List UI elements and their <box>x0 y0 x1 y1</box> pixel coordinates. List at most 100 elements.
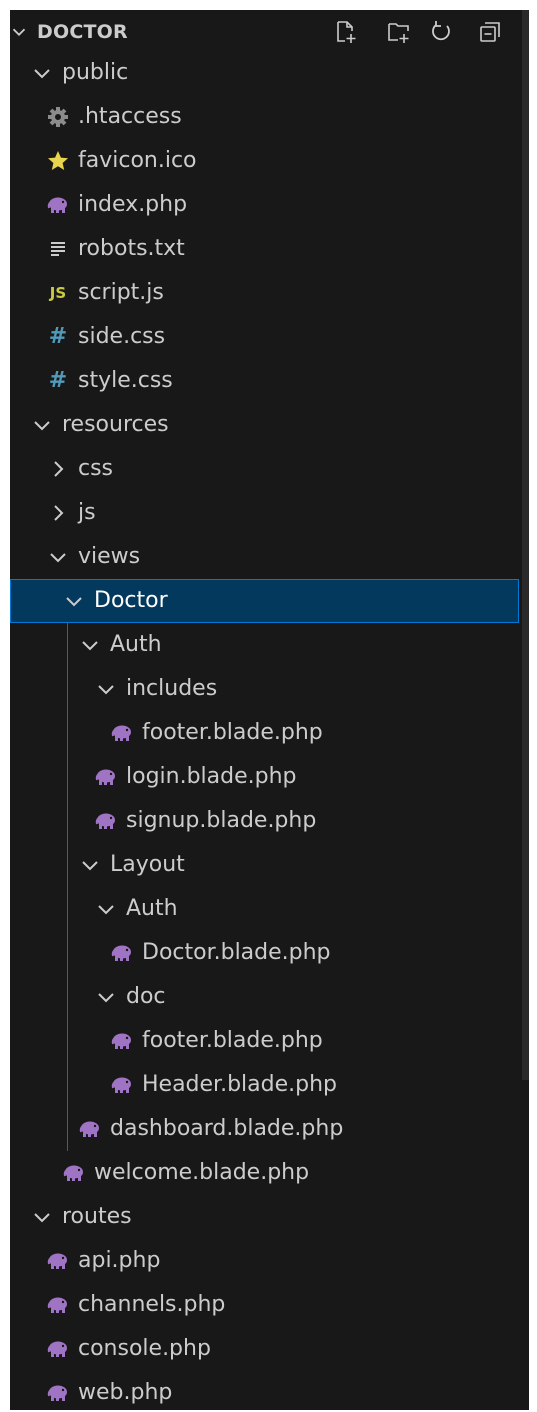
scrollbar[interactable] <box>522 10 529 1080</box>
tree-folder-css[interactable]: css <box>10 447 519 491</box>
gear-icon <box>48 107 68 127</box>
tree-file-signup-blade-php[interactable]: signup.blade.php <box>10 799 519 843</box>
tree-folder-views[interactable]: views <box>10 535 519 579</box>
tree-item-label: index.php <box>78 192 188 217</box>
css-hash-icon: # <box>48 368 68 393</box>
tree-file-favicon-ico[interactable]: favicon.ico <box>10 139 519 183</box>
chevron-down-icon <box>50 553 66 563</box>
tree-folder-auth[interactable]: Auth <box>10 887 519 931</box>
tree-file-console-php[interactable]: console.php <box>10 1327 519 1371</box>
chevron-down-icon <box>34 69 50 79</box>
php-icon <box>47 1385 67 1401</box>
php-icon <box>47 1297 67 1313</box>
chevron-down-icon <box>98 993 114 1003</box>
tree-folder-auth[interactable]: Auth <box>10 623 519 667</box>
php-icon <box>63 1165 83 1181</box>
tree-item-label: Auth <box>110 632 162 657</box>
chevron-down-icon <box>34 1213 50 1223</box>
chevron-down-icon <box>82 641 98 651</box>
tree-file-header-blade-php[interactable]: Header.blade.php <box>10 1063 519 1107</box>
tree-item-label: .htaccess <box>78 104 182 129</box>
tree-file-footer-blade-php[interactable]: footer.blade.php <box>10 1019 519 1063</box>
php-icon <box>111 1077 131 1093</box>
tree-item-label: script.js <box>78 280 164 305</box>
php-icon <box>111 1033 131 1049</box>
tree-item-label: console.php <box>78 1336 211 1361</box>
tree-item-label: login.blade.php <box>126 764 297 789</box>
explorer-panel: DOCTOR public .htaccess favicon.ico index.p… <box>10 10 529 1410</box>
tree-folder-doc[interactable]: doc <box>10 975 519 1019</box>
chevron-down-icon <box>98 905 114 915</box>
chevron-down-icon <box>34 421 50 431</box>
tree-item-label: channels.php <box>78 1292 226 1317</box>
tree-file-api-php[interactable]: api.php <box>10 1239 519 1283</box>
tree-file-side-css[interactable]: # side.css <box>10 315 519 359</box>
tree-file-index-php[interactable]: index.php <box>10 183 519 227</box>
tree-file-channels-php[interactable]: channels.php <box>10 1283 519 1327</box>
tree-folder-doctor[interactable]: Doctor <box>10 579 519 623</box>
tree-file-welcome-blade-php[interactable]: welcome.blade.php <box>10 1151 519 1195</box>
php-icon <box>111 725 131 741</box>
tree-folder-public[interactable]: public <box>10 51 519 95</box>
tree-item-label: web.php <box>78 1380 173 1405</box>
tree-item-label: favicon.ico <box>78 148 197 173</box>
tree-item-label: robots.txt <box>78 236 185 261</box>
tree-item-label: css <box>78 456 114 481</box>
tree-folder-js[interactable]: js <box>10 491 519 535</box>
tree-folder-includes[interactable]: includes <box>10 667 519 711</box>
tree-item-label: Auth <box>126 896 178 921</box>
js-icon: JS <box>49 284 67 302</box>
tree-item-label: footer.blade.php <box>142 1028 323 1053</box>
tree-item-label: resources <box>62 412 169 437</box>
tree-item-label: footer.blade.php <box>142 720 323 745</box>
php-icon <box>111 945 131 961</box>
tree-file-script-js[interactable]: JS script.js <box>10 271 519 315</box>
php-icon <box>95 813 115 829</box>
tree-file-login-blade-php[interactable]: login.blade.php <box>10 755 519 799</box>
chevron-right-icon <box>54 461 64 477</box>
tree-item-label: routes <box>62 1204 132 1229</box>
tree-item-label: Header.blade.php <box>142 1072 338 1097</box>
new-file-icon[interactable] <box>333 19 359 45</box>
tree-item-label: signup.blade.php <box>126 808 317 833</box>
tree-item-label: dashboard.blade.php <box>110 1116 344 1141</box>
tree-file-footer-blade-php[interactable]: footer.blade.php <box>10 711 519 755</box>
tree-file-doctor-blade-php[interactable]: Doctor.blade.php <box>10 931 519 975</box>
new-folder-icon[interactable] <box>386 19 412 45</box>
chevron-down-icon <box>98 685 114 695</box>
tree-file--htaccess[interactable]: .htaccess <box>10 95 519 139</box>
tree-file-style-css[interactable]: # style.css <box>10 359 519 403</box>
explorer-title: DOCTOR <box>37 21 128 43</box>
tree-item-label: doc <box>126 984 166 1009</box>
tree-item-label: Doctor <box>94 588 168 613</box>
tree-item-label: welcome.blade.php <box>94 1160 310 1185</box>
php-icon <box>47 197 67 213</box>
tree-file-web-php[interactable]: web.php <box>10 1371 519 1410</box>
chevron-down-icon[interactable] <box>10 21 30 43</box>
refresh-icon[interactable] <box>428 19 454 45</box>
tree-folder-layout[interactable]: Layout <box>10 843 519 887</box>
tree-item-label: Layout <box>110 852 185 877</box>
tree-item-label: includes <box>126 676 218 701</box>
php-icon <box>95 769 115 785</box>
chevron-down-icon <box>82 861 98 871</box>
star-icon <box>48 151 68 170</box>
tree-folder-routes[interactable]: routes <box>10 1195 519 1239</box>
php-icon <box>47 1341 67 1357</box>
tree-item-label: Doctor.blade.php <box>142 940 331 965</box>
tree-file-dashboard-blade-php[interactable]: dashboard.blade.php <box>10 1107 519 1151</box>
explorer-header[interactable]: DOCTOR <box>10 10 529 54</box>
css-hash-icon: # <box>48 324 68 349</box>
chevron-right-icon <box>54 505 64 521</box>
tree-item-label: public <box>62 60 129 85</box>
tree-item-label: js <box>78 500 96 525</box>
text-file-icon <box>51 242 65 256</box>
tree-item-label: style.css <box>78 368 173 393</box>
tree-folder-resources[interactable]: resources <box>10 403 519 447</box>
tree-item-label: side.css <box>78 324 166 349</box>
php-icon <box>79 1121 99 1137</box>
tree-item-label: views <box>78 544 141 569</box>
collapse-all-icon[interactable] <box>477 19 503 45</box>
php-icon <box>47 1253 67 1269</box>
tree-file-robots-txt[interactable]: robots.txt <box>10 227 519 271</box>
